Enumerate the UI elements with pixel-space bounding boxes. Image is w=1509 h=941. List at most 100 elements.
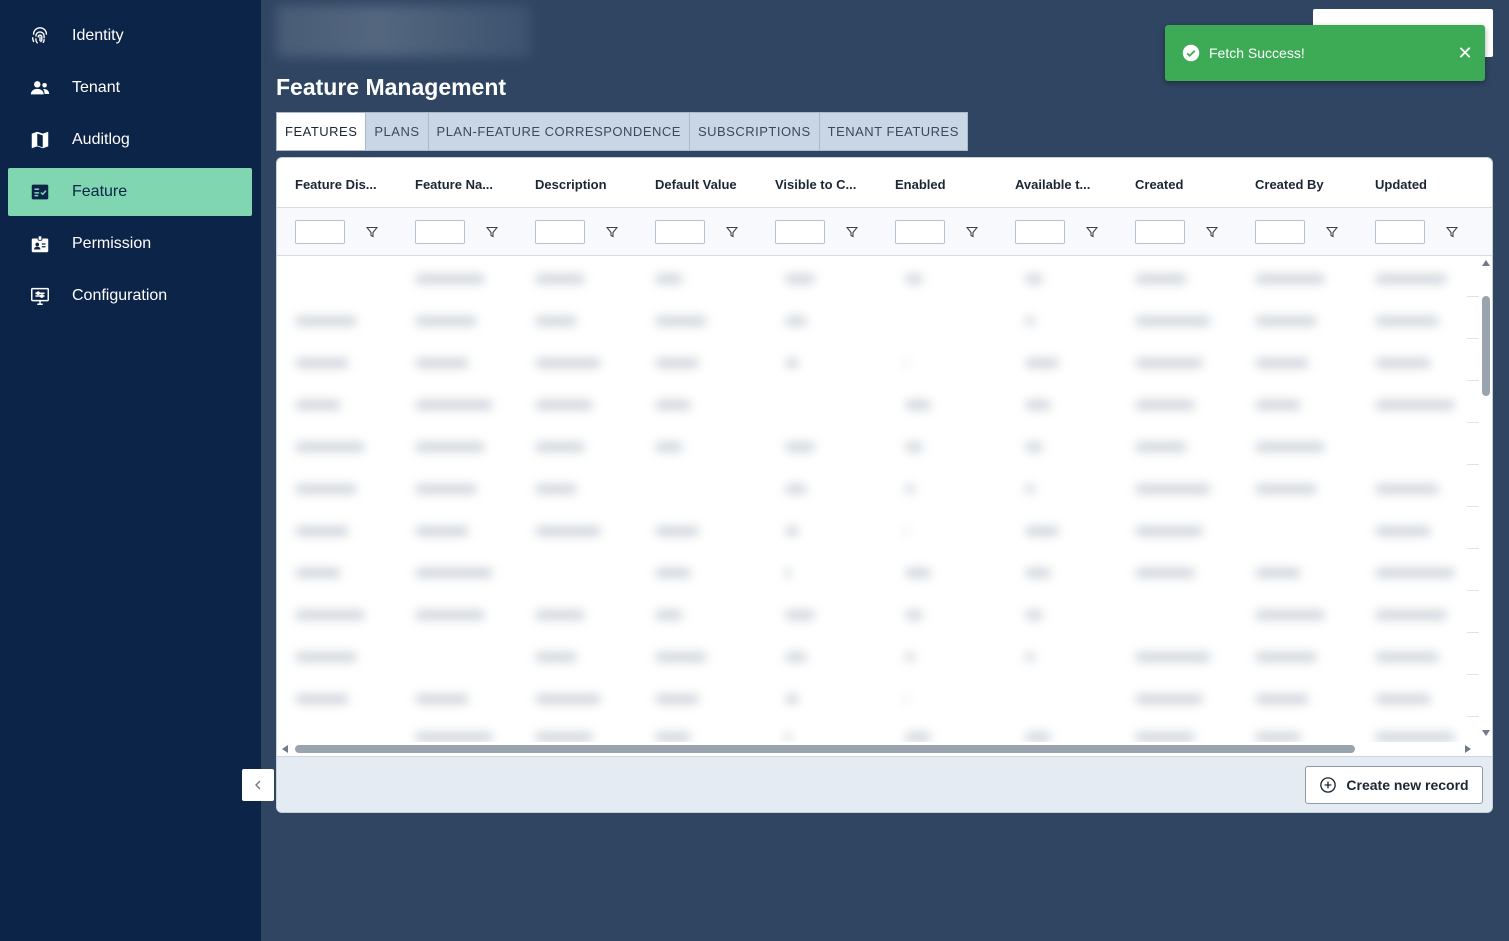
sidebar-item-label: Configuration xyxy=(72,287,168,304)
column-header-created[interactable]: Created xyxy=(1135,177,1183,192)
blurred-cell xyxy=(905,400,931,410)
filter-icon[interactable] xyxy=(1446,226,1458,238)
close-icon[interactable]: ✕ xyxy=(1445,43,1485,64)
blurred-cell xyxy=(655,694,699,704)
column-header-available-to[interactable]: Available t... xyxy=(1015,177,1090,192)
filter-input[interactable] xyxy=(895,220,945,244)
filter-input[interactable] xyxy=(1255,220,1305,244)
scrollbar-thumb[interactable] xyxy=(295,745,1355,753)
vertical-scrollbar[interactable] xyxy=(1479,256,1492,744)
sidebar-item-auditlog[interactable]: Auditlog xyxy=(8,116,252,164)
blurred-cell xyxy=(415,694,469,704)
sidebar-item-label: Tenant xyxy=(72,79,121,96)
blurred-cell xyxy=(905,652,915,662)
filter-icon[interactable] xyxy=(606,226,618,238)
row-divider xyxy=(1467,338,1479,339)
check-circle-icon xyxy=(1182,44,1200,62)
blurred-cell xyxy=(295,610,365,620)
blurred-logo xyxy=(276,5,531,57)
blurred-cell xyxy=(655,358,699,368)
blurred-cell xyxy=(535,316,577,326)
filter-icon[interactable] xyxy=(1086,226,1098,238)
row-divider xyxy=(1467,296,1479,297)
blurred-cell xyxy=(1375,400,1455,410)
scroll-down-arrow-icon[interactable] xyxy=(1482,730,1490,736)
blurred-cell xyxy=(785,652,807,662)
filter-input[interactable] xyxy=(415,220,465,244)
people-icon xyxy=(8,77,72,99)
column-header-feature-display-name[interactable]: Feature Dis... xyxy=(295,177,377,192)
blurred-cell xyxy=(905,732,931,742)
scroll-left-arrow-icon[interactable] xyxy=(282,745,288,753)
tab-tenant-features[interactable]: TENANT FEATURES xyxy=(819,112,968,151)
filter-icon[interactable] xyxy=(726,226,738,238)
row-divider xyxy=(1467,506,1479,507)
filter-icon[interactable] xyxy=(366,226,378,238)
blurred-cell xyxy=(415,568,493,578)
blurred-cell xyxy=(535,484,577,494)
blurred-cell xyxy=(295,694,349,704)
sidebar-item-identity[interactable]: Identity xyxy=(8,12,252,60)
blurred-cell xyxy=(295,400,341,410)
filter-icon[interactable] xyxy=(966,226,978,238)
column-header-description[interactable]: Description xyxy=(535,177,607,192)
sidebar-item-tenant[interactable]: Tenant xyxy=(8,64,252,112)
settings-monitor-icon xyxy=(8,285,72,307)
row-divider xyxy=(1467,590,1479,591)
scroll-up-arrow-icon[interactable] xyxy=(1482,260,1490,266)
blurred-cell xyxy=(1025,568,1051,578)
blurred-cell xyxy=(295,358,349,368)
blurred-cell xyxy=(785,694,799,704)
filter-input[interactable] xyxy=(295,220,345,244)
blurred-cell xyxy=(295,316,357,326)
horizontal-scrollbar[interactable] xyxy=(277,742,1479,756)
blurred-cell xyxy=(1135,400,1195,410)
filter-icon[interactable] xyxy=(1326,226,1338,238)
tab-plan-feature-correspondence[interactable]: PLAN-FEATURE CORRESPONDENCE xyxy=(428,112,690,151)
blurred-cell xyxy=(1255,652,1317,662)
filter-input[interactable] xyxy=(535,220,585,244)
create-new-record-button[interactable]: Create new record xyxy=(1305,766,1483,804)
filter-input[interactable] xyxy=(655,220,705,244)
filter-icon[interactable] xyxy=(1206,226,1218,238)
blurred-cell xyxy=(1255,610,1325,620)
scroll-right-arrow-icon[interactable] xyxy=(1465,745,1471,753)
row-divider xyxy=(1467,464,1479,465)
column-header-default-value[interactable]: Default Value xyxy=(655,177,737,192)
blurred-cell xyxy=(1255,400,1301,410)
tab-features[interactable]: FEATURES xyxy=(276,112,367,151)
blurred-cell xyxy=(295,652,357,662)
success-toast: Fetch Success! ✕ xyxy=(1165,25,1485,81)
collapse-sidebar-button[interactable] xyxy=(242,769,274,801)
scrollbar-thumb[interactable] xyxy=(1482,296,1490,396)
column-header-updated[interactable]: Updated xyxy=(1375,177,1427,192)
sidebar-item-feature[interactable]: Feature xyxy=(8,168,252,216)
filter-input[interactable] xyxy=(1375,220,1425,244)
blurred-cell xyxy=(905,526,907,536)
sidebar-item-permission[interactable]: Permission xyxy=(8,220,252,268)
blurred-cell xyxy=(785,442,815,452)
blurred-cell xyxy=(1025,442,1043,452)
blurred-cell xyxy=(905,274,923,284)
filter-icon[interactable] xyxy=(486,226,498,238)
blurred-cell xyxy=(535,400,593,410)
filter-input[interactable] xyxy=(1015,220,1065,244)
blurred-cell xyxy=(905,442,923,452)
tab-subscriptions[interactable]: SUBSCRIPTIONS xyxy=(689,112,820,151)
blurred-cell xyxy=(535,358,601,368)
filter-input[interactable] xyxy=(1135,220,1185,244)
blurred-cell xyxy=(1375,316,1439,326)
filter-icon[interactable] xyxy=(846,226,858,238)
filter-input[interactable] xyxy=(775,220,825,244)
column-header-created-by[interactable]: Created By xyxy=(1255,177,1324,192)
tab-plans[interactable]: PLANS xyxy=(366,112,429,151)
blurred-cell xyxy=(415,732,493,742)
sidebar-item-label: Permission xyxy=(72,235,152,252)
blurred-cell xyxy=(415,442,485,452)
sidebar-item-configuration[interactable]: Configuration xyxy=(8,272,252,320)
map-icon xyxy=(8,129,72,151)
column-header-feature-name[interactable]: Feature Na... xyxy=(415,177,493,192)
column-header-enabled[interactable]: Enabled xyxy=(895,177,946,192)
blurred-cell xyxy=(535,732,593,742)
column-header-visible-to-clients[interactable]: Visible to C... xyxy=(775,177,856,192)
